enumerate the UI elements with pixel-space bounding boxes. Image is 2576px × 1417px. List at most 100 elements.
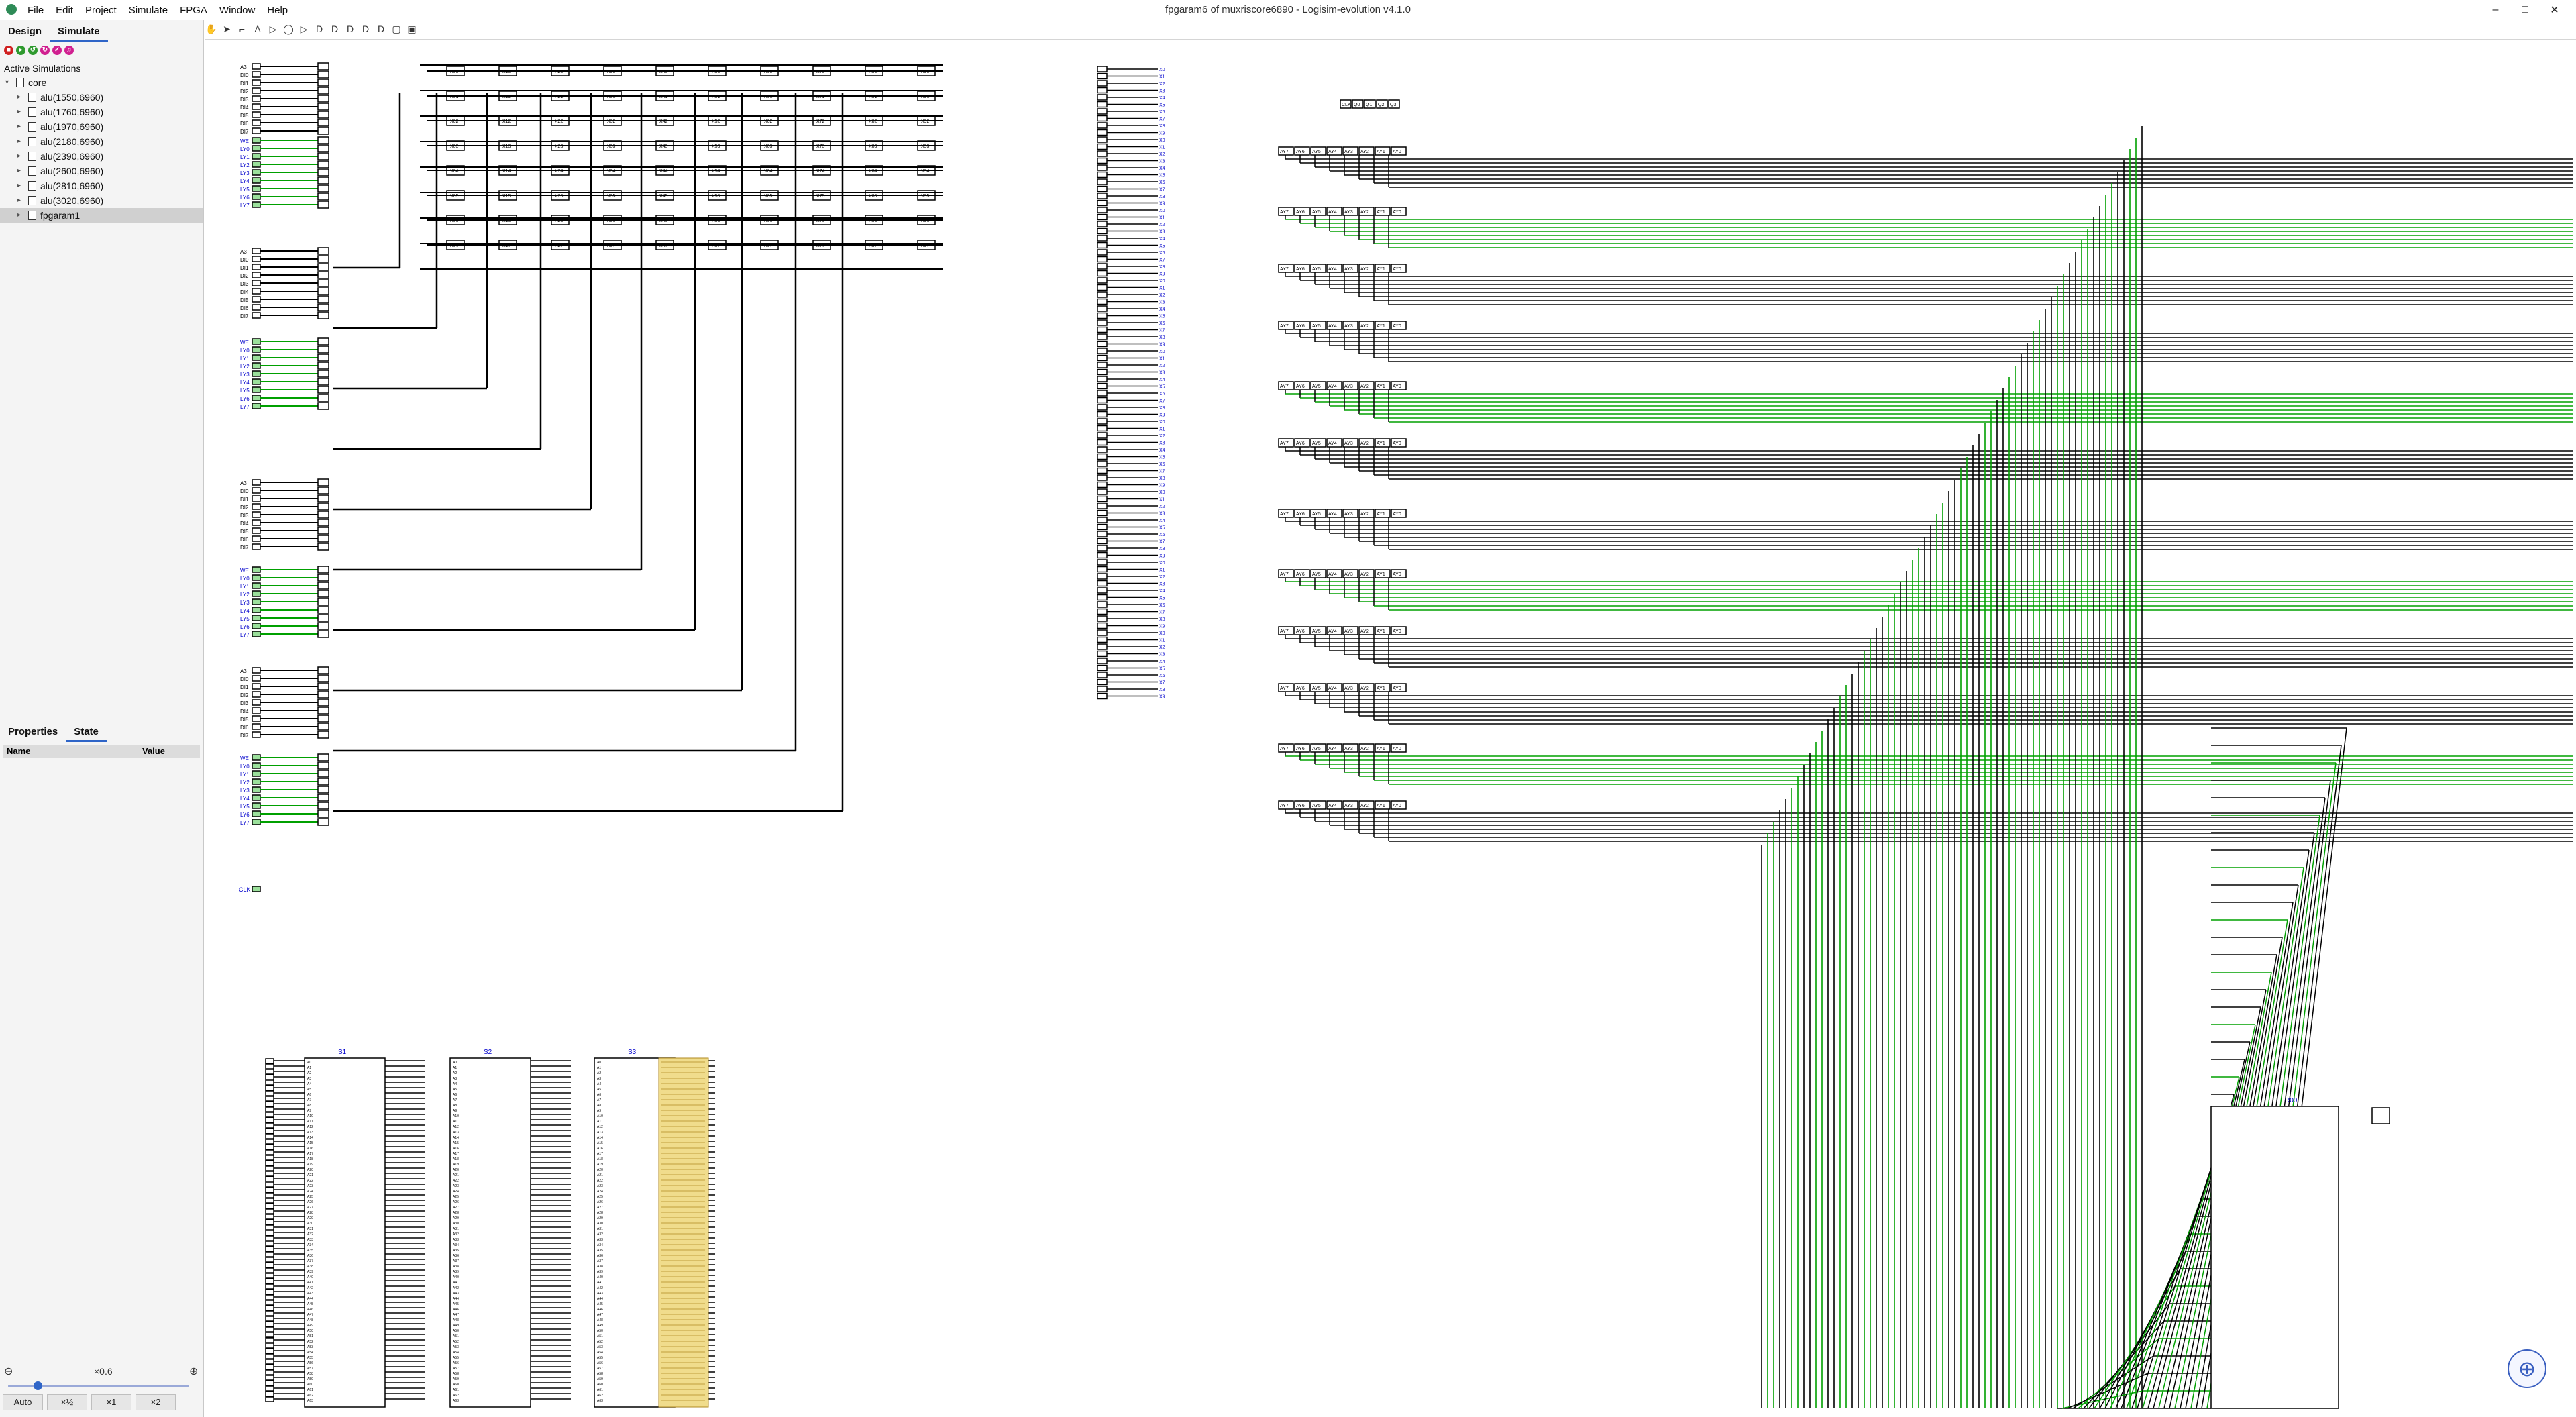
expand-right-icon[interactable]: ▸ [17, 105, 21, 119]
tree-item-label: alu(1970,6960) [40, 121, 104, 132]
tree-item-circuit[interactable]: ▸ alu(3020,6960) [0, 193, 203, 208]
header-label: AY5 [1312, 804, 1321, 808]
expand-down-icon[interactable]: ▾ [5, 75, 9, 90]
zoom-slider-thumb[interactable] [34, 1381, 42, 1390]
wire-tool-icon[interactable]: ⌐ [236, 23, 248, 35]
address-pin [265, 1305, 274, 1311]
tunnel-label: X2 [1159, 82, 1165, 87]
tree-root-core[interactable]: ▾ core [0, 75, 203, 90]
tunnel-pin [1097, 143, 1108, 150]
reset-simulation-icon[interactable]: ↺ [28, 46, 38, 55]
tree-item-circuit[interactable]: ▸ alu(2810,6960) [0, 178, 203, 193]
tick-frequency-icon[interactable]: ♫ [64, 46, 74, 55]
input-pin [252, 201, 261, 208]
tab-properties[interactable]: Properties [0, 723, 66, 742]
input-pin-label: WE [240, 339, 249, 346]
address-pin [265, 1139, 274, 1145]
tunnel-pin [1097, 537, 1108, 545]
tunnel-icon[interactable]: ▣ [406, 23, 418, 35]
address-pin [265, 1198, 274, 1204]
tunnel-pin [1097, 523, 1108, 531]
expand-right-icon[interactable]: ▸ [17, 119, 21, 134]
address-pin [265, 1155, 274, 1161]
tree-item-circuit[interactable]: ▸ alu(1970,6960) [0, 119, 203, 134]
tunnel-pin [1097, 376, 1108, 382]
poke-tool-icon[interactable]: ✋ [205, 23, 217, 35]
tab-simulate[interactable]: Simulate [50, 23, 108, 42]
address-pin [265, 1283, 274, 1290]
ram-pin-label: A33 [307, 1238, 313, 1242]
circuit-canvas[interactable]: X00 X10 X20 X30 X40 X50 X60 X70 X80 X90 X01 X11 X21 X… [205, 39, 2576, 1417]
step-simulation-icon[interactable]: ▸ [16, 46, 25, 55]
tunnel-label: X8 [1159, 547, 1165, 552]
ram-pin-label: A23 [597, 1184, 603, 1188]
tunnel-pin [1097, 129, 1108, 136]
tree-item-circuit[interactable]: ▸ alu(1550,6960) [0, 90, 203, 105]
expand-right-icon[interactable]: ▸ [17, 90, 21, 105]
tunnel-label: X2 [1159, 645, 1165, 650]
header-label: AY4 [1328, 324, 1337, 329]
expand-right-icon[interactable]: ▸ [17, 134, 21, 149]
tree-item-circuit[interactable]: ▸ alu(2390,6960) [0, 149, 203, 164]
input-pin [252, 487, 261, 494]
tab-design[interactable]: Design [0, 23, 50, 42]
register-header-label: CLK [1342, 103, 1351, 107]
navigation-compass-icon[interactable]: ⊕ [2508, 1349, 2546, 1388]
zoom-slider[interactable] [8, 1381, 189, 1390]
zoom-half-button[interactable]: ×½ [47, 1394, 87, 1410]
tree-item-circuit[interactable]: ▸ alu(2600,6960) [0, 164, 203, 178]
probe-icon[interactable]: ▢ [390, 23, 402, 35]
expand-right-icon[interactable]: ▸ [17, 178, 21, 193]
expand-right-icon[interactable]: ▸ [17, 164, 21, 178]
tab-state[interactable]: State [66, 723, 107, 742]
zoom-out-icon[interactable]: ⊖ [4, 1365, 13, 1378]
nand-gate-icon[interactable]: D [360, 23, 372, 35]
ram-pin-label: A14 [453, 1136, 459, 1140]
zoom-in-icon[interactable]: ⊕ [189, 1365, 198, 1378]
stop-simulation-icon[interactable]: ■ [4, 46, 13, 55]
select-tool-icon[interactable]: ➤ [221, 23, 233, 35]
text-tool-icon[interactable]: A [252, 23, 264, 35]
header-label: AY4 [1328, 686, 1337, 691]
tunnel-label: X9 [1159, 554, 1165, 559]
input-pin-label: DI5 [240, 717, 249, 723]
header-label: AY0 [1393, 747, 1401, 751]
tree-item-circuit[interactable]: ▸ alu(2180,6960) [0, 134, 203, 149]
zoom-one-button[interactable]: ×1 [91, 1394, 131, 1410]
circuit-drawing[interactable]: X00 X10 X20 X30 X40 X50 X60 X70 X80 X90X01 X11 X21 X… [205, 40, 2576, 1417]
expand-right-icon[interactable]: ▸ [17, 208, 21, 223]
splitter-port [317, 574, 329, 582]
or-gate-icon[interactable]: D [329, 23, 341, 35]
splitter-port [317, 70, 329, 78]
expand-right-icon[interactable]: ▸ [17, 193, 21, 208]
input-pin-icon[interactable]: ▷ [267, 23, 279, 35]
not-gate-icon[interactable]: ▷ [298, 23, 310, 35]
and-gate-icon[interactable]: D [313, 23, 325, 35]
zoom-auto-button[interactable]: Auto [3, 1394, 43, 1410]
splitter-port [317, 185, 329, 193]
ram-pin-label: A26 [597, 1200, 603, 1204]
ram-pin-label: A44 [597, 1297, 603, 1301]
close-button[interactable]: ✕ [2540, 3, 2569, 17]
minimize-button[interactable]: – [2481, 4, 2510, 16]
tree-item-circuit[interactable]: ▸ fpgaram1 [0, 208, 203, 223]
tunnel-label: X1 [1159, 568, 1165, 573]
input-pin [252, 71, 261, 78]
ram-pin-label: A24 [597, 1190, 603, 1194]
tunnel-label: X0 [1159, 209, 1165, 213]
zoom-two-button[interactable]: ×2 [136, 1394, 176, 1410]
header-label: AY3 [1344, 512, 1353, 517]
wire [2078, 1338, 2159, 1409]
tree-item-circuit[interactable]: ▸ alu(1760,6960) [0, 105, 203, 119]
nor-gate-icon[interactable]: D [375, 23, 387, 35]
tunnel-label: X6 [1159, 674, 1165, 678]
xor-gate-icon[interactable]: D [344, 23, 356, 35]
maximize-button[interactable]: □ [2510, 4, 2540, 16]
ram-pin-label: A52 [597, 1340, 603, 1344]
expand-right-icon[interactable]: ▸ [17, 149, 21, 164]
output-pin-icon[interactable]: ◯ [282, 23, 294, 35]
tick-enable-icon[interactable]: ✓ [52, 46, 62, 55]
input-pin-label: DI7 [240, 129, 249, 135]
tunnel-label: X5 [1159, 385, 1165, 390]
tick-once-icon[interactable]: ↻ [40, 46, 50, 55]
